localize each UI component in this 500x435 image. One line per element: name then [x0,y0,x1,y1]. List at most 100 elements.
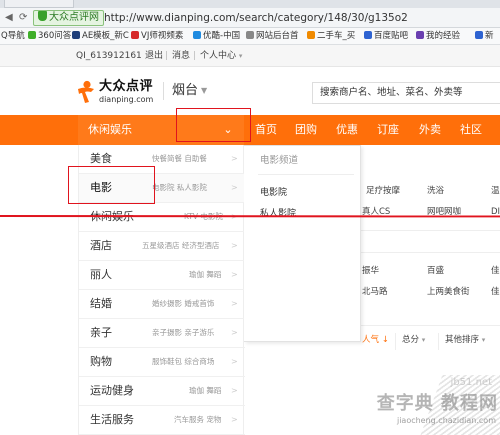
chevron-down-icon: ▾ [421,336,426,344]
bookmark-favicon [28,31,36,39]
district-tag[interactable]: 振华 [362,266,379,277]
bookmark-item[interactable]: 百度贴吧 [364,31,408,42]
back-icon[interactable]: ◀ [5,12,13,24]
bookmark-favicon [193,31,201,39]
arrow-down-icon: ↓ [381,335,389,345]
submenu-title: 电影频道 [260,155,299,166]
logo-text: 大众点评 [99,79,154,94]
divider [258,174,354,175]
annotation-box [176,108,251,142]
menu-item-sports[interactable]: 运动健身 瑜伽 舞蹈 > [79,377,245,406]
bookmark-item[interactable]: 我的经验 [416,31,460,42]
chevron-down-icon: ▾ [481,336,486,344]
site-logo[interactable]: 大众点评 dianping.com [76,79,156,107]
shield-icon [38,11,47,21]
bookmark-item[interactable]: 二手车_买 [307,31,355,42]
browser-tab-strip [0,0,500,8]
chevron-right-icon: > [231,154,238,163]
bookmark-favicon [131,31,139,39]
topbar-divider: | [165,51,169,61]
menu-item-wedding[interactable]: 结婚 婚纱摄影 婚戒首饰 > [79,290,245,319]
menu-item-services[interactable]: 生活服务 汽车服务 宠物 > [79,406,245,435]
menu-item-leisure[interactable]: 休闲娱乐 KTV 电影院 > [79,203,245,232]
address-bar: ◀ ⟳ 大众点评网 http://www.dianping.com/search… [0,8,500,28]
chevron-right-icon: > [231,357,238,366]
bookmark-favicon [307,31,315,39]
district-tag[interactable]: 佳 [491,266,500,277]
sort-total-score[interactable]: 总分 ▾ [395,333,425,350]
category-tag[interactable]: 足疗按摩 [366,186,400,197]
bookmarks-bar: Q导航 360问答 AE模板_新C VJ师视频素 优酷-中国 网站后台首 二手车… [0,28,500,45]
bookmark-favicon [72,31,80,39]
chevron-right-icon: > [231,241,238,250]
browser-tab[interactable] [4,0,74,8]
refresh-icon[interactable]: ⟳ [19,12,27,24]
sort-popularity[interactable]: 人气 ↓ [362,333,389,350]
annotation-line [0,215,500,217]
logo-domain: dianping.com [99,95,154,104]
district-tag[interactable]: 百盛 [427,266,444,277]
bookmark-item[interactable]: VJ师视频素 [131,31,183,42]
city-selector[interactable]: 烟台 ▼ [163,82,207,100]
district-tag[interactable]: 上两美食街 [427,287,470,298]
nav-item-home[interactable]: 首页 [255,123,277,137]
username-link[interactable]: QI_613912161 [76,50,142,62]
chevron-right-icon: > [231,386,238,395]
bookmark-item[interactable]: AE模板_新C [72,31,129,42]
submenu-link-cinema[interactable]: 电影院 [260,187,287,199]
nav-item-reservation[interactable]: 订座 [377,123,399,137]
submenu-link-private-cinema[interactable]: 私人影院 [260,208,296,220]
secure-site-label: 大众点评网 [49,12,99,23]
menu-item-hotel[interactable]: 酒店 五星级酒店 经济型酒店 > [79,232,245,261]
messages-link[interactable]: 消息 [172,50,190,62]
caret-down-icon: ▼ [201,86,208,95]
nav-item-takeout[interactable]: 外卖 [419,123,441,137]
submenu-panel: 电影频道 电影院 私人影院 [244,145,361,342]
category-tag[interactable]: 温 [491,186,500,197]
bookmark-item[interactable]: Q导航 [1,31,25,42]
nav-item-community[interactable]: 社区 [460,123,482,137]
district-tag[interactable]: 北马路 [362,287,388,298]
bookmark-favicon [416,31,424,39]
topbar-divider: | [193,51,197,61]
screenshot-root: ◀ ⟳ 大众点评网 http://www.dianping.com/search… [0,0,500,435]
district-tag[interactable]: 佳 [491,287,500,298]
divider [361,325,500,326]
chevron-right-icon: > [231,270,238,279]
sort-other[interactable]: 其他排序 ▾ [438,333,485,350]
bookmark-item[interactable]: 新 [475,31,494,42]
watermark-brand: 查字典 教程网 [376,393,498,414]
bookmark-favicon [475,31,483,39]
bookmark-item[interactable]: 网站后台首 [246,31,299,42]
bookmark-favicon [364,31,372,39]
watermark-url: jiaocheng.chazidian.com [396,416,496,425]
divider [361,230,500,231]
category-dropdown-label: 休闲娱乐 [88,123,132,136]
bookmark-item[interactable]: 360问答 [28,31,71,42]
chevron-right-icon: > [231,212,238,222]
personal-center-link[interactable]: 个人中心 ▾ [200,50,242,62]
chevron-right-icon: > [231,183,238,192]
chevron-right-icon: > [231,299,238,308]
menu-item-shopping[interactable]: 购物 服饰鞋包 综合商场 > [79,348,245,377]
bookmark-item[interactable]: 优酷-中国 [193,31,240,42]
chevron-right-icon: > [231,328,238,337]
url-field[interactable]: http://www.dianping.com/search/category/… [104,11,408,25]
logo-mascot-icon [78,80,94,103]
bookmark-favicon [246,31,254,39]
menu-item-parenting[interactable]: 亲子 亲子摄影 亲子游乐 > [79,319,245,348]
menu-item-beauty[interactable]: 丽人 瑜伽 舞蹈 > [79,261,245,290]
category-tag[interactable]: 洗浴 [427,186,444,197]
search-input[interactable]: 搜索商户名、地址、菜名、外卖等 [312,82,500,104]
logout-link[interactable]: 退出 [145,50,163,62]
watermark-site: jb51.net [450,377,492,388]
watermark: jb51.net 查字典 教程网 jiaocheng.chazidian.com [350,375,500,435]
annotation-box [68,166,155,204]
divider [361,252,500,253]
chevron-right-icon: > [231,415,238,424]
nav-item-deals[interactable]: 优惠 [336,123,358,137]
secure-site-badge[interactable]: 大众点评网 [33,10,104,26]
nav-item-group-buy[interactable]: 团购 [295,123,317,137]
chevron-down-icon: ▾ [238,52,243,60]
site-top-bar: QI_613912161 退出 | 消息 | 个人中心 ▾ [0,45,500,67]
